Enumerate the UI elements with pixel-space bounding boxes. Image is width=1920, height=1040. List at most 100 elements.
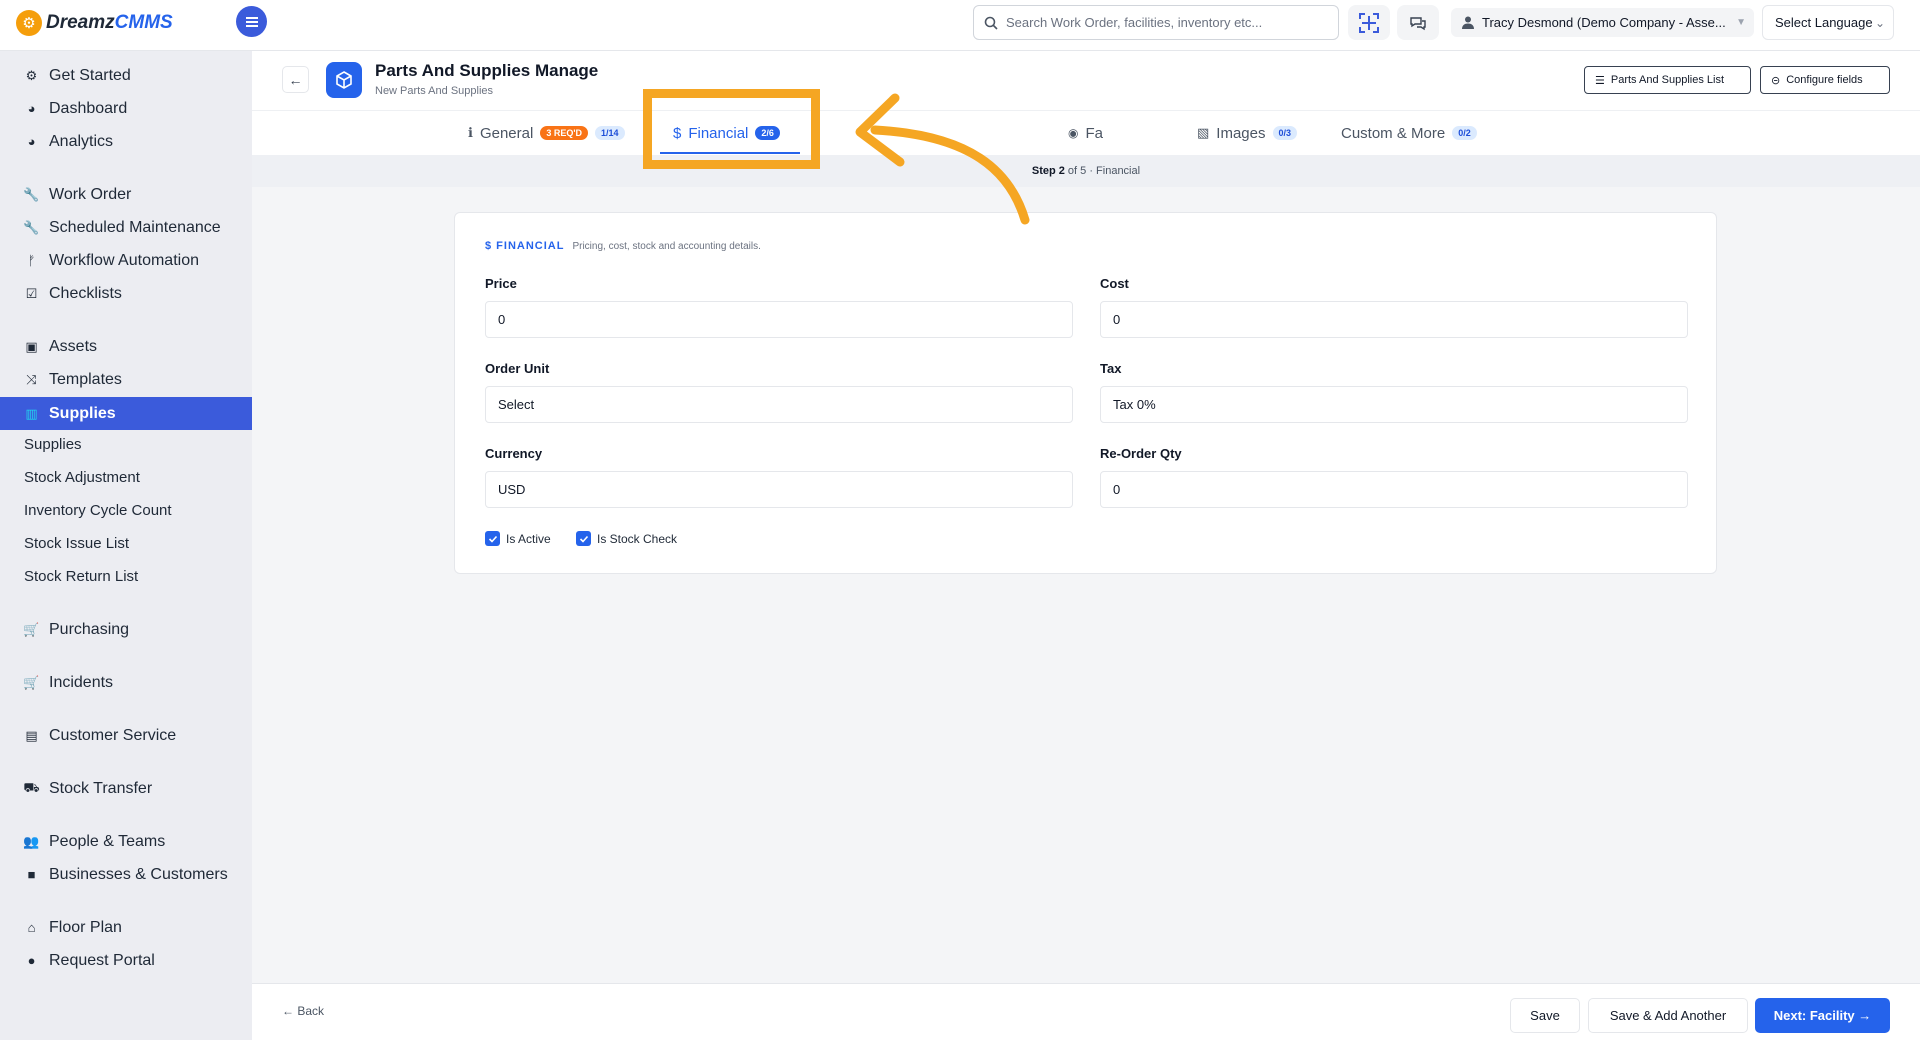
chat-icon: ● (27, 953, 36, 968)
info-icon: ℹ (468, 125, 473, 140)
back-link[interactable]: ← Back (282, 1004, 324, 1018)
sidebar-item-analytics[interactable]: ◕ Analytics (0, 125, 252, 158)
checkbox-label: Is Active (506, 531, 551, 546)
sidebar-item-templates[interactable]: ⤨ Templates (0, 363, 252, 396)
shuffle-icon: ⤨ (26, 371, 37, 387)
currency-select[interactable]: USD (485, 471, 1073, 508)
sidebar-item-label: People & Teams (49, 832, 166, 850)
language-label: Select Language (1775, 15, 1873, 30)
sidebar-item-checklists[interactable]: ☑ Checklists (0, 277, 252, 310)
tab-images[interactable]: ▧ Images 0/3 (1197, 111, 1298, 155)
parts-supplies-list-button[interactable]: ☰ Parts And Supplies List (1584, 66, 1751, 94)
global-search[interactable] (973, 5, 1339, 40)
price-label: Price (485, 276, 517, 291)
order-unit-label: Order Unit (485, 361, 550, 376)
dollar-icon: $ (673, 124, 682, 142)
truck-icon: ⛟ (23, 779, 40, 795)
tab-facility[interactable]: ◉ Fa (1068, 111, 1103, 155)
document-icon: ▤ (25, 727, 38, 743)
image-icon: ▧ (1197, 125, 1210, 140)
sidebar-item-request-portal[interactable]: ● Request Portal (0, 944, 252, 977)
required-badge: 3 REQ'D (540, 126, 588, 140)
sidebar-item-label: Scheduled Maintenance (49, 218, 221, 236)
tab-general[interactable]: ℹ General 3 REQ'D 1/14 (468, 111, 625, 155)
sidebar-item-label: Assets (49, 337, 98, 355)
cart-icon: 🛒 (23, 674, 40, 690)
sidebar-item-people-teams[interactable]: 👥 People & Teams (0, 825, 252, 858)
sidebar-item-supplies[interactable]: ▥ Supplies (0, 397, 252, 430)
sidebar: ⚙ Get Started ◕ Dashboard ◕ Analytics 🔧 Work… (0, 51, 252, 1040)
user-menu[interactable]: Tracy Desmond (Demo Company - Asse... ▼ (1451, 8, 1754, 37)
reorder-qty-input[interactable]: 0 (1100, 471, 1688, 508)
sidebar-item-customer-service[interactable]: ▤ Customer Service (0, 719, 252, 752)
sidebar-item-label: Floor Plan (49, 918, 122, 936)
caret-down-icon: ▼ (1736, 17, 1746, 28)
sidebar-item-label: Templates (49, 370, 122, 388)
price-input[interactable]: 0 (485, 301, 1073, 338)
tax-select[interactable]: Tax 0% (1100, 386, 1688, 423)
gears-icon: ⚙ (25, 67, 38, 83)
page-subtitle: New Parts And Supplies (375, 85, 494, 97)
sidebar-item-label: Stock Transfer (49, 779, 153, 797)
sidebar-item-workflow-automation[interactable]: ᚠ Workflow Automation (0, 244, 252, 277)
sidebar-item-label: Work Order (49, 185, 132, 203)
configure-fields-button[interactable]: ⊝ Configure fields (1760, 66, 1890, 94)
sidebar-item-stock-transfer[interactable]: ⛟ Stock Transfer (0, 772, 252, 805)
sidebar-item-label: Purchasing (49, 620, 130, 638)
chat-button[interactable] (1397, 5, 1439, 40)
gear-logo-icon: ⚙ (16, 10, 42, 36)
step-number: Step 2 (1031, 165, 1065, 177)
count-badge: 1/14 (594, 126, 625, 140)
save-button[interactable]: Save (1510, 998, 1580, 1033)
back-arrow-button[interactable]: ← (282, 66, 309, 93)
sidebar-item-label: Incidents (49, 673, 114, 691)
tab-custom-more[interactable]: Custom & More 0/2 (1341, 111, 1477, 155)
sidebar-item-incidents[interactable]: 🛒 Incidents (0, 666, 252, 699)
order-unit-select[interactable]: Select (485, 386, 1073, 423)
wrench-icon: 🔧 (23, 219, 40, 235)
sidebar-subitem-stock-issue-list[interactable]: Stock Issue List (0, 528, 252, 558)
menu-toggle-button[interactable] (236, 6, 267, 37)
list-button-label: Parts And Supplies List (1610, 74, 1724, 86)
is-stock-check-checkbox[interactable]: Is Stock Check (576, 531, 677, 546)
scan-button[interactable] (1348, 5, 1390, 40)
sidebar-subitem-supplies[interactable]: Supplies (0, 429, 252, 459)
currency-label: Currency (485, 446, 543, 461)
sidebar-item-scheduled-maintenance[interactable]: 🔧 Scheduled Maintenance (0, 211, 252, 244)
section-title: $ FINANCIAL (485, 240, 565, 252)
sidebar-item-purchasing[interactable]: 🛒 Purchasing (0, 613, 252, 646)
app-logo[interactable]: ⚙ DreamzCMMS (16, 10, 173, 36)
active-tab-indicator (660, 152, 800, 154)
user-name: Tracy Desmond (Demo Company - Asse... (1482, 15, 1726, 30)
sidebar-item-label: Customer Service (49, 726, 177, 744)
sidebar-subitem-stock-adjustment[interactable]: Stock Adjustment (0, 462, 252, 492)
sidebar-item-work-order[interactable]: 🔧 Work Order (0, 178, 252, 211)
sidebar-item-label: Businesses & Customers (49, 865, 228, 883)
sidebar-subitem-stock-return-list[interactable]: Stock Return List (0, 561, 252, 591)
financial-section-card: $ FINANCIAL Pricing, cost, stock and acc… (454, 212, 1717, 574)
search-input[interactable] (1006, 15, 1326, 30)
next-facility-button[interactable]: Next: Facility → (1755, 998, 1890, 1033)
language-select[interactable]: Select Language ⌄ (1762, 5, 1894, 40)
is-active-checkbox[interactable]: Is Active (485, 531, 551, 546)
sidebar-item-floor-plan[interactable]: ⌂ Floor Plan (0, 911, 252, 944)
checkbox-icon: ☑ (25, 285, 38, 301)
sidebar-item-get-started[interactable]: ⚙ Get Started (0, 59, 252, 92)
form-tabs: ℹ General 3 REQ'D 1/14 $ Financial 2/6 ◉… (252, 111, 1920, 155)
cube-icon (326, 62, 362, 98)
chat-bubbles-icon (1410, 16, 1426, 30)
sidebar-item-businesses-customers[interactable]: ■ Businesses & Customers (0, 858, 252, 891)
dashboard-icon: ◕ (27, 101, 36, 116)
sidebar-item-dashboard[interactable]: ◕ Dashboard (0, 92, 252, 125)
sidebar-item-assets[interactable]: ▣ Assets (0, 330, 252, 363)
checkbox-label: Is Stock Check (597, 531, 678, 546)
tab-label: Images (1216, 124, 1266, 142)
sidebar-subitem-inventory-cycle-count[interactable]: Inventory Cycle Count (0, 495, 252, 525)
cost-input[interactable]: 0 (1100, 301, 1688, 338)
logo-main-text: Dreamz (46, 12, 115, 33)
sidebar-item-label: Dashboard (49, 99, 128, 117)
checkmark-icon (576, 531, 591, 546)
tab-financial[interactable]: $ Financial 2/6 (673, 111, 780, 155)
save-add-another-button[interactable]: Save & Add Another (1588, 998, 1748, 1033)
count-badge: 0/3 (1272, 126, 1298, 140)
